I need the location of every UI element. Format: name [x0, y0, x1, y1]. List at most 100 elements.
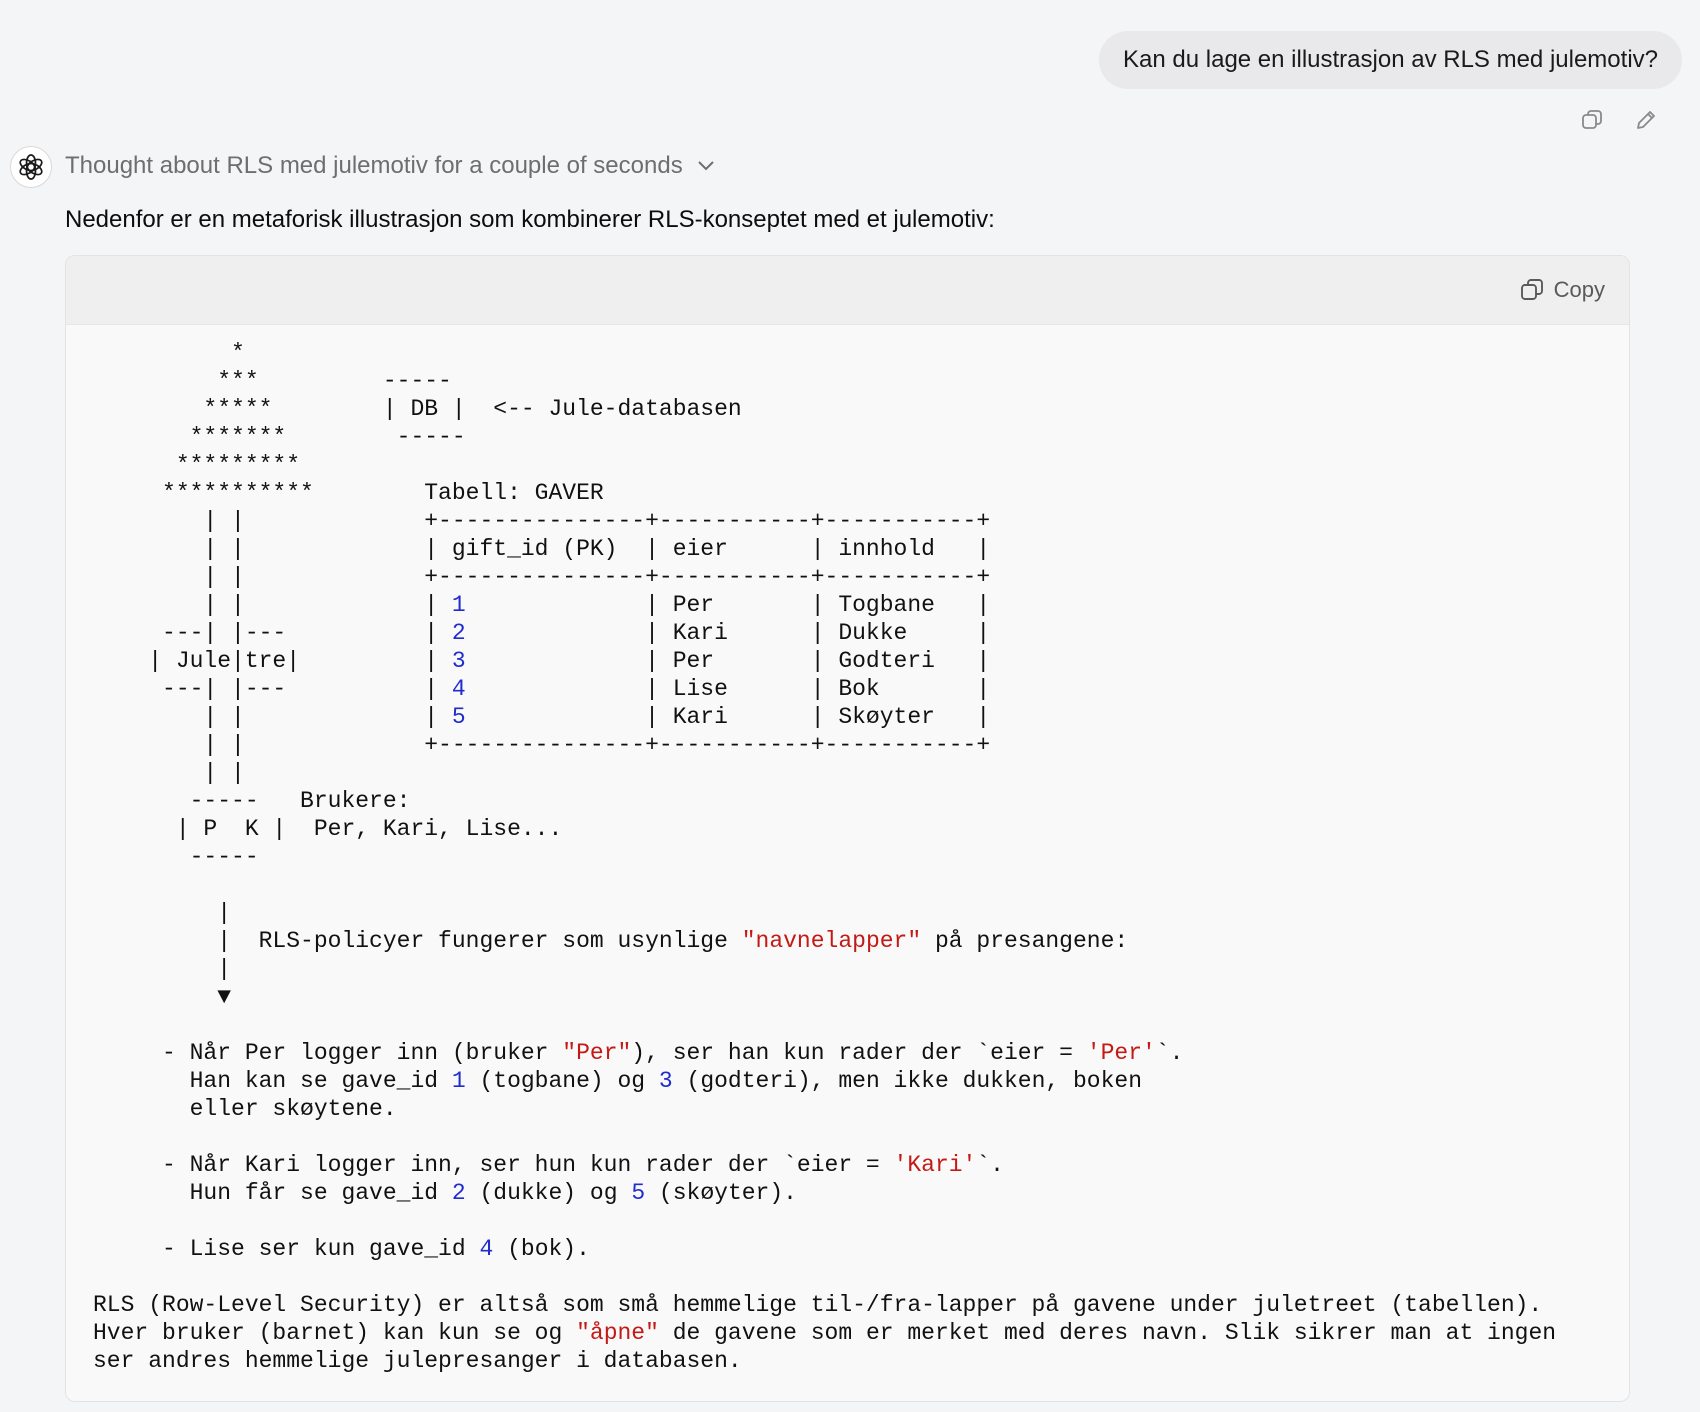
- code-line: |: [93, 900, 231, 926]
- code-line: *********: [93, 452, 300, 478]
- code-line: | P K | Per, Kari, Lise...: [93, 816, 562, 842]
- edit-message-button[interactable]: [1630, 104, 1662, 136]
- code-text-token: - Når Kari logger inn, ser hun kun rader…: [93, 1152, 894, 1178]
- code-line: ▼: [93, 984, 231, 1010]
- code-content: * *** ----- ***** | DB | <-- Jule-databa…: [66, 325, 1629, 1375]
- code-text-token: ▼: [93, 984, 232, 1010]
- code-line: ---| |--- | 2 | Kari | Dukke |: [93, 620, 990, 646]
- code-text-token: - Lise ser kun gave_id: [93, 1236, 480, 1262]
- copy-icon: [1582, 110, 1602, 129]
- code-text-token: ), ser han kun rader der `eier =: [631, 1040, 1087, 1066]
- copy-code-button[interactable]: Copy: [1520, 256, 1605, 324]
- code-line: - Lise ser kun gave_id 4 (bok).: [93, 1236, 590, 1262]
- code-line: | | | 1 | Per | Togbane |: [93, 592, 990, 618]
- code-block-header: Copy: [66, 256, 1629, 325]
- code-line: eller skøytene.: [93, 1096, 397, 1122]
- code-text-token: | RLS-policyer fungerer som usynlige: [93, 928, 742, 954]
- code-line: Hver bruker (barnet) kan kun se og "åpne…: [93, 1320, 1556, 1346]
- code-line: - Når Per logger inn (bruker "Per"), ser…: [93, 1040, 1183, 1066]
- code-line: *: [93, 340, 245, 366]
- code-text-token: `.: [976, 1152, 1004, 1178]
- code-text-token: Hver bruker (barnet) kan kun se og: [93, 1320, 577, 1346]
- code-text-token: Han kan se gave_id: [93, 1068, 452, 1094]
- code-line: | | +---------------+-----------+-------…: [93, 508, 990, 534]
- code-number-token: 5: [631, 1180, 646, 1206]
- code-text-token: RLS (Row-Level Security) er altså som sm…: [93, 1292, 1543, 1318]
- code-text-token: - Når Per logger inn (bruker: [93, 1040, 563, 1066]
- user-message-text: Kan du lage en illustrasjon av RLS med j…: [1123, 46, 1658, 73]
- code-line: ***** | DB | <-- Jule-databasen: [93, 396, 742, 422]
- code-text-token: *********** Tabell: GAVER: [93, 480, 604, 506]
- assistant-avatar: [10, 146, 52, 188]
- code-number-token: 3: [451, 648, 466, 674]
- code-line: ---| |--- | 4 | Lise | Bok |: [93, 676, 990, 702]
- code-text-token: Hun får se gave_id: [93, 1180, 452, 1206]
- thought-summary-text: Thought about RLS med julemotiv for a co…: [65, 152, 683, 179]
- code-text-token: | | |: [93, 592, 452, 618]
- code-text-token: ----- Brukere:: [93, 788, 411, 814]
- code-text-token: -----: [93, 844, 259, 870]
- code-number-token: 2: [451, 620, 466, 646]
- code-line: *********** Tabell: GAVER: [93, 480, 604, 506]
- thought-summary-toggle[interactable]: Thought about RLS med julemotiv for a co…: [65, 146, 715, 186]
- code-number-token: 5: [451, 704, 466, 730]
- code-line: | | | 5 | Kari | Skøyter |: [93, 704, 990, 730]
- copy-code-label: Copy: [1553, 277, 1605, 302]
- code-number-token: 1: [451, 592, 466, 618]
- code-number-token: 4: [479, 1236, 494, 1262]
- code-line: | Jule|tre| | 3 | Per | Godteri |: [93, 648, 990, 674]
- code-text-token: (bok).: [493, 1236, 590, 1262]
- code-text-token: | Kari | Dukke |: [465, 620, 991, 646]
- code-text-token: ser andres hemmelige julepresanger i dat…: [93, 1348, 742, 1374]
- code-text-token: | Lise | Bok |: [465, 676, 991, 702]
- code-text-token: ---| |--- |: [93, 620, 452, 646]
- copy-message-button[interactable]: [1576, 104, 1608, 136]
- code-text-token: | | |: [93, 704, 452, 730]
- code-text-token: |: [93, 900, 232, 926]
- code-text-token: | | +---------------+-----------+-------…: [93, 564, 991, 590]
- code-string-token: 'Per': [1086, 1040, 1156, 1066]
- code-text-token: (dukke) og: [465, 1180, 632, 1206]
- code-line: Hun får se gave_id 2 (dukke) og 5 (skøyt…: [93, 1180, 797, 1206]
- code-line: Han kan se gave_id 1 (togbane) og 3 (god…: [93, 1068, 1142, 1094]
- copy-icon: [1520, 279, 1543, 300]
- code-line: |: [93, 956, 231, 982]
- code-text-token: | | +---------------+-----------+-------…: [93, 732, 991, 758]
- code-text-token: | Per | Togbane |: [465, 592, 991, 618]
- code-string-token: 'Kari': [893, 1152, 977, 1178]
- code-line: ******* -----: [93, 424, 466, 450]
- code-text-token: | Kari | Skøyter |: [465, 704, 991, 730]
- code-line: RLS (Row-Level Security) er altså som sm…: [93, 1292, 1542, 1318]
- code-text-token: *** -----: [93, 368, 452, 394]
- code-line: ser andres hemmelige julepresanger i dat…: [93, 1348, 742, 1374]
- code-text-token: ---| |--- |: [93, 676, 452, 702]
- code-text-token: ******* -----: [93, 424, 466, 450]
- code-number-token: 3: [658, 1068, 673, 1094]
- code-line: ----- Brukere:: [93, 788, 411, 814]
- code-text-token: | P K | Per, Kari, Lise...: [93, 816, 563, 842]
- code-text-token: | | | gift_id (PK) | eier | innhold |: [93, 536, 991, 562]
- code-text-token: | Jule|tre| |: [93, 648, 452, 674]
- code-number-token: 4: [451, 676, 466, 702]
- code-line: | | +---------------+-----------+-------…: [93, 564, 990, 590]
- code-text-token: | | +---------------+-----------+-------…: [93, 508, 991, 534]
- code-line: | RLS-policyer fungerer som usynlige "na…: [93, 928, 1128, 954]
- code-text-token: |: [93, 956, 232, 982]
- code-text-token: | Per | Godteri |: [465, 648, 991, 674]
- openai-logo-icon: [19, 154, 43, 180]
- code-line: *** -----: [93, 368, 452, 394]
- code-text-token: ***** | DB | <-- Jule-databasen: [93, 396, 742, 422]
- code-string-token: "navnelapper": [741, 928, 922, 954]
- code-line: | | | gift_id (PK) | eier | innhold |: [93, 536, 990, 562]
- code-line: | |: [93, 760, 245, 786]
- code-line: - Når Kari logger inn, ser hun kun rader…: [93, 1152, 1004, 1178]
- code-text-token: de gavene som er merket med deres navn. …: [658, 1320, 1557, 1346]
- code-text-token: `.: [1155, 1040, 1184, 1066]
- code-text-token: på presangene:: [921, 928, 1129, 954]
- code-text-token: (godteri), men ikke dukken, boken: [672, 1068, 1142, 1094]
- code-text-token: *********: [93, 452, 301, 478]
- code-number-token: 2: [451, 1180, 466, 1206]
- code-text-token: (togbane) og: [465, 1068, 659, 1094]
- code-text-token: | |: [93, 760, 245, 786]
- code-line: | | +---------------+-----------+-------…: [93, 732, 990, 758]
